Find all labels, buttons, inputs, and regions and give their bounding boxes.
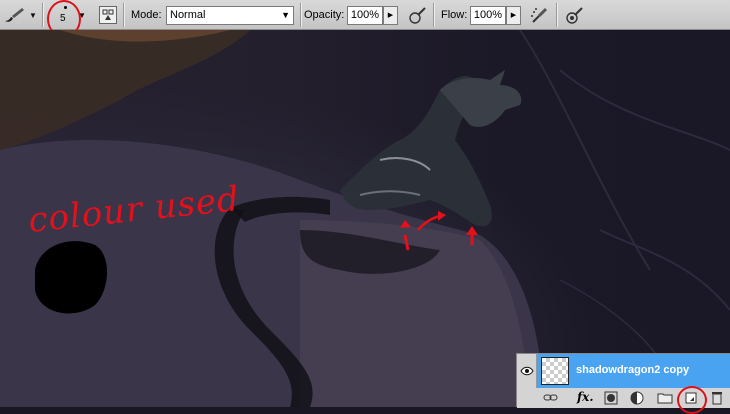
flow-label: Flow: [441,9,468,21]
red-circle-annotation [677,386,707,414]
hair-shape [0,30,250,150]
brush-panel-button[interactable] [99,6,117,24]
separator [433,3,434,27]
chevron-down-icon: ▼ [29,10,37,20]
separator [42,3,43,27]
opacity-input[interactable]: 100% [347,6,383,25]
link-icon[interactable] [543,390,559,406]
mode-label: Mode: [131,9,162,21]
pressure-size-icon[interactable] [564,6,584,26]
chevron-down-icon: ▼ [281,10,290,20]
separator [123,3,124,27]
flow-input[interactable]: 100% [470,6,506,25]
tool-preset-picker[interactable]: ▼ [2,5,38,25]
airbrush-icon[interactable] [530,6,550,26]
brush-panel-icon [102,9,114,20]
mask-icon[interactable] [603,390,619,406]
eye-icon [519,366,534,376]
fx-icon[interactable]: fx. [577,390,594,406]
flow-slider-button[interactable]: ▶ [506,6,521,25]
options-bar: ▼ 5 ▼ Mode: Normal ▼ Opacity: 100% ▶ Flo… [0,0,730,38]
layer-name: shadowdragon2 copy [576,364,690,376]
adjustment-icon[interactable] [629,390,645,406]
layer-row-selected[interactable]: shadowdragon2 copy [517,354,730,388]
opacity-label: Opacity: [304,9,345,21]
mode-select[interactable]: Normal ▼ [166,6,294,25]
brush-icon [5,8,24,22]
opacity-slider-button[interactable]: ▶ [383,6,398,25]
separator [556,3,557,27]
mode-value: Normal [170,9,206,21]
trash-icon[interactable] [709,390,725,406]
separator [300,3,301,27]
document-canvas[interactable]: colour used [0,30,730,407]
visibility-toggle[interactable] [517,354,537,388]
layers-panel: shadowdragon2 copy fx. [516,353,730,414]
group-icon[interactable] [657,390,673,406]
layer-thumbnail [541,357,569,385]
pressure-opacity-icon[interactable] [407,6,427,26]
colour-swatch [35,241,108,314]
